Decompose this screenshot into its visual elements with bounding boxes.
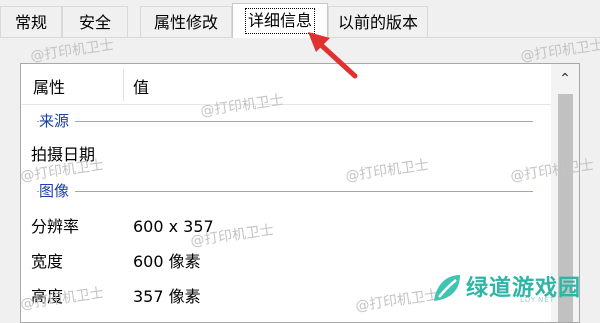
tab-security[interactable]: 安全 xyxy=(62,6,128,37)
tab-attribute-modify[interactable]: 属性修改 xyxy=(140,6,232,37)
tab-attribute-modify-label: 属性修改 xyxy=(153,13,218,32)
group-label-source: 来源 xyxy=(39,111,76,131)
property-value: 600 像素 xyxy=(133,252,201,271)
group-header-image: 图像 xyxy=(37,181,533,201)
property-value: 357 像素 xyxy=(133,287,201,306)
property-name: 拍摄日期 xyxy=(31,145,96,164)
tab-general-label: 常规 xyxy=(14,13,47,32)
property-name: 高度 xyxy=(31,287,64,306)
watermark: @打印机卫士 xyxy=(519,37,600,65)
tab-general[interactable]: 常规 xyxy=(0,6,62,37)
column-divider[interactable] xyxy=(123,69,124,101)
list-item[interactable]: 分辨率 600 x 357 xyxy=(21,214,539,240)
group-divider xyxy=(37,191,533,192)
ldy-logo-icon xyxy=(434,275,460,301)
brand-domain: LDY.NET xyxy=(520,296,555,304)
property-value: 600 x 357 xyxy=(133,217,214,236)
group-divider xyxy=(37,121,533,122)
group-header-source: 来源 xyxy=(37,111,533,131)
column-header-property[interactable]: 属性 xyxy=(33,74,65,98)
property-name: 分辨率 xyxy=(31,217,80,236)
red-arrow-icon xyxy=(308,32,358,79)
list-item[interactable]: 拍摄日期 xyxy=(21,142,539,168)
list-header: 属性 值 xyxy=(21,64,551,105)
group-label-image: 图像 xyxy=(39,181,76,201)
column-header-value[interactable]: 值 xyxy=(133,74,149,98)
property-name: 宽度 xyxy=(31,252,64,271)
chevron-up-icon[interactable]: ⌃ xyxy=(551,64,579,92)
brand-logo: 绿道游戏园 LDY.NET xyxy=(428,268,596,308)
tab-security-label: 安全 xyxy=(78,13,111,32)
watermark: @打印机卫士 xyxy=(29,37,115,65)
